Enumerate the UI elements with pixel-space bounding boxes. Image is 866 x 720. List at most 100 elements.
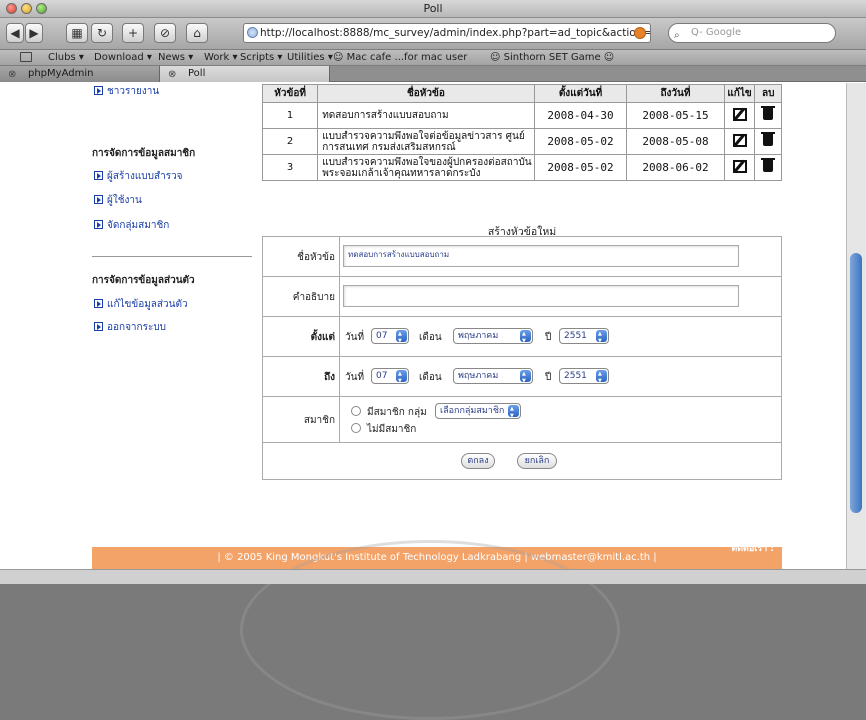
sidebar-item-label: จัดกลุ่มสมาชิก bbox=[107, 220, 170, 231]
start-year-select[interactable]: 2551 bbox=[559, 327, 609, 348]
delete-cell bbox=[754, 154, 782, 181]
sidebar-item-logout[interactable]: ออกจากระบบ bbox=[94, 320, 166, 335]
edit-icon[interactable] bbox=[732, 133, 747, 147]
tab-phpmyadmin[interactable]: ⊗ phpMyAdmin bbox=[0, 66, 160, 82]
sidebar-item-label: ผู้ใช้งาน bbox=[107, 195, 142, 206]
form-row-start-date: ตั้งแต่ วันที่ 07 เดือน พฤษภาคม ปี 2551 bbox=[263, 317, 781, 357]
add-bookmark-button[interactable]: + bbox=[122, 23, 144, 43]
end-year-select[interactable]: 2551 bbox=[559, 367, 609, 388]
bookmark-news[interactable]: News ▾ bbox=[158, 50, 193, 65]
arrow-box-icon bbox=[94, 322, 103, 331]
member-group-select[interactable]: เลือกกลุ่มสมาชิก bbox=[435, 402, 521, 423]
sidebar-item-member-groups[interactable]: จัดกลุ่มสมาชิก bbox=[94, 218, 169, 233]
window-title: Poll bbox=[423, 2, 443, 15]
address-bar[interactable]: http://localhost:8888/mc_survey/admin/in… bbox=[243, 23, 651, 43]
bookmark-mac-cafe[interactable]: ☺ Mac cafe ...for mac user bbox=[333, 50, 467, 65]
sidebar-divider bbox=[92, 256, 252, 257]
start-month-select[interactable]: พฤษภาคม bbox=[453, 327, 533, 348]
topic-name-input[interactable]: ทดสอบการสร้างแบบสอบถาม bbox=[343, 245, 739, 267]
cancel-button[interactable]: ยกเลิก bbox=[517, 453, 557, 469]
forward-button[interactable]: ▶ bbox=[25, 23, 43, 43]
trash-icon[interactable] bbox=[761, 132, 776, 146]
description-label: คำอธิบาย bbox=[292, 292, 335, 303]
edit-cell bbox=[723, 154, 756, 181]
delete-cell bbox=[754, 102, 782, 129]
select-value: พฤษภาคม bbox=[458, 331, 499, 341]
bookmark-utilities[interactable]: Utilities ▾ bbox=[287, 50, 333, 65]
tab-bar: ⊗ phpMyAdmin ⊗ Poll bbox=[0, 66, 866, 82]
rss-icon[interactable] bbox=[634, 27, 646, 39]
bookmark-clubs[interactable]: Clubs ▾ bbox=[48, 50, 84, 65]
search-field[interactable]: ⌕ Q- Google bbox=[668, 23, 836, 43]
close-tab-icon[interactable]: ⊗ bbox=[8, 67, 16, 82]
select-arrows-icon bbox=[396, 367, 407, 388]
delete-cell bbox=[754, 128, 782, 155]
description-input[interactable] bbox=[343, 285, 739, 307]
year-label: ปี bbox=[545, 332, 552, 343]
form-row-member: สมาชิก มีสมาชิก กลุ่ม เลือกกลุ่มสมาชิก ไ… bbox=[263, 397, 781, 443]
back-button[interactable]: ◀ bbox=[6, 23, 24, 43]
select-value: 07 bbox=[376, 371, 388, 381]
arrow-box-icon bbox=[94, 195, 103, 204]
topic-start-date: 2008-05-02 bbox=[533, 128, 628, 155]
bookmark-scripts[interactable]: Scripts ▾ bbox=[240, 50, 282, 65]
bookmark-work[interactable]: Work ▾ bbox=[204, 50, 238, 65]
select-arrows-icon bbox=[508, 402, 519, 423]
sidebar-item-edit-profile[interactable]: แก้ไขข้อมูลส่วนตัว bbox=[94, 297, 188, 312]
url-text: http://localhost:8888/mc_survey/admin/in… bbox=[260, 27, 651, 39]
month-label: เดือน bbox=[419, 332, 442, 343]
page-scrollbar[interactable] bbox=[846, 83, 866, 584]
sidebar-item-survey-creators[interactable]: ผู้สร้างแบบสำรวจ bbox=[94, 169, 183, 184]
edit-icon[interactable] bbox=[732, 159, 747, 173]
table-row: 1 ทดสอบการสร้างแบบสอบถาม 2008-04-30 2008… bbox=[261, 102, 782, 129]
reload-button[interactable]: ↻ bbox=[91, 23, 113, 43]
end-day-select[interactable]: 07 bbox=[371, 367, 409, 388]
arrow-box-icon bbox=[94, 220, 103, 229]
title-bar: Poll bbox=[0, 0, 866, 18]
topic-name: แบบสำรวจความพึงพอใจของผู้ปกครองต่อสถาบัน… bbox=[317, 154, 535, 181]
tab-poll[interactable]: ⊗ Poll bbox=[160, 66, 330, 82]
arrow-box-icon bbox=[94, 299, 103, 308]
select-value: 2551 bbox=[564, 331, 587, 341]
sidebar-item-report[interactable]: ชาวรายงาน bbox=[94, 84, 159, 99]
topic-label: ชื่อหัวข้อ bbox=[297, 252, 335, 263]
home-button[interactable]: ⌂ bbox=[186, 23, 208, 43]
bookmark-sinthorn[interactable]: ☺ Sinthorn SET Game ☺ bbox=[490, 50, 614, 65]
scrollbar-thumb[interactable] bbox=[850, 253, 862, 513]
topic-no: 3 bbox=[261, 154, 319, 181]
start-day-select[interactable]: 07 bbox=[371, 327, 409, 348]
trash-icon[interactable] bbox=[761, 158, 776, 172]
start-label: ตั้งแต่ bbox=[310, 332, 335, 343]
watermark-seal bbox=[240, 540, 620, 720]
bookmark-download[interactable]: Download ▾ bbox=[94, 50, 152, 65]
col-header-delete: ลบ bbox=[754, 84, 782, 103]
trash-icon[interactable] bbox=[761, 106, 776, 120]
print-button[interactable]: ▦ bbox=[66, 23, 88, 43]
form-divider bbox=[339, 237, 340, 276]
bookmarks-book-icon[interactable] bbox=[20, 52, 32, 62]
end-month-select[interactable]: พฤษภาคม bbox=[453, 367, 533, 388]
sidebar-item-users[interactable]: ผู้ใช้งาน bbox=[94, 193, 142, 208]
form-row-end-date: ถึง วันที่ 07 เดือน พฤษภาคม ปี 2551 bbox=[263, 357, 781, 397]
no-members-radio[interactable] bbox=[351, 423, 361, 433]
topic-end-date: 2008-06-02 bbox=[626, 154, 725, 181]
close-tab-icon[interactable]: ⊗ bbox=[168, 67, 176, 82]
topic-end-date: 2008-05-15 bbox=[626, 102, 725, 129]
topic-name: ทดสอบการสร้างแบบสอบถาม bbox=[317, 102, 535, 129]
submit-button[interactable]: ตกลง bbox=[461, 453, 495, 469]
select-arrows-icon bbox=[520, 367, 531, 388]
form-divider bbox=[339, 317, 340, 356]
no-members-label: ไม่มีสมาชิก bbox=[367, 424, 417, 435]
stop-button[interactable]: ⊘ bbox=[154, 23, 176, 43]
edit-icon[interactable] bbox=[732, 107, 747, 121]
search-icon: ⌕ bbox=[674, 30, 680, 41]
table-header-row: หัวข้อที่ ชื่อหัวข้อ ตั้งแต่วันที่ ถึงวั… bbox=[261, 84, 782, 103]
has-members-radio[interactable] bbox=[351, 406, 361, 416]
year-label: ปี bbox=[545, 372, 552, 383]
sidebar-section-personal-title: การจัดการข้อมูลส่วนตัว bbox=[92, 275, 195, 286]
select-arrows-icon bbox=[520, 327, 531, 348]
form-divider bbox=[339, 277, 340, 316]
end-label: ถึง bbox=[324, 372, 335, 383]
search-placeholder: Q- Google bbox=[691, 27, 742, 38]
edit-cell bbox=[723, 128, 756, 155]
